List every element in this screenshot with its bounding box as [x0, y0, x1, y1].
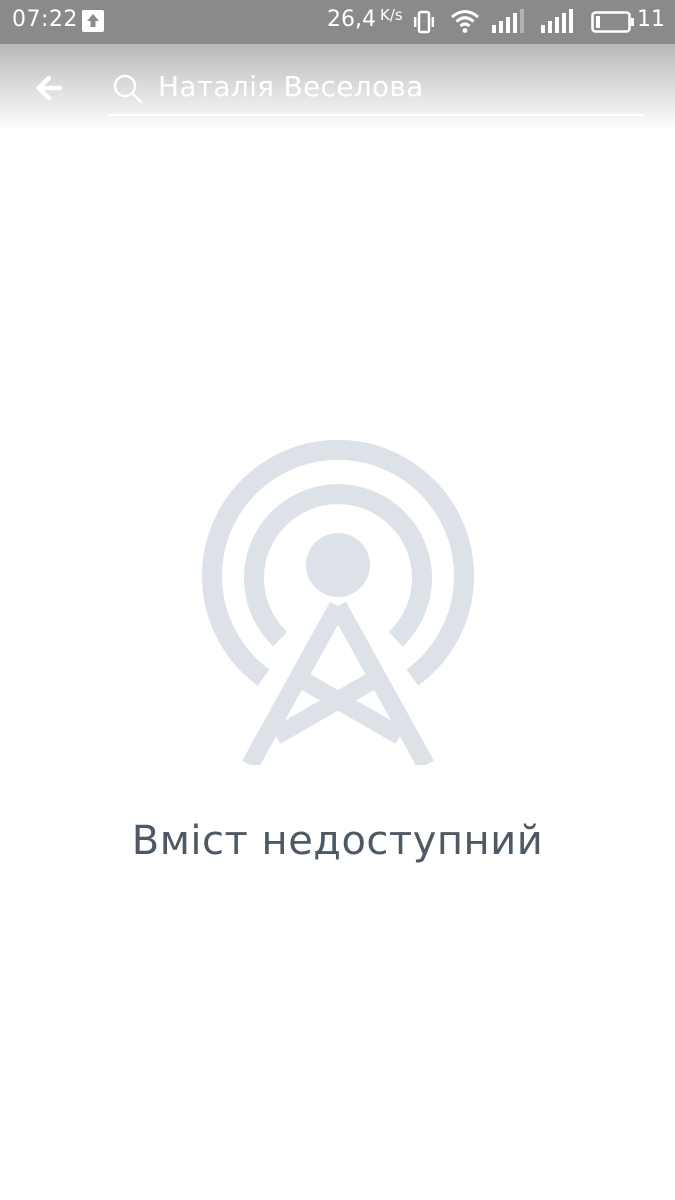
arrow-left-icon	[36, 75, 63, 101]
status-time: 07:22	[12, 7, 78, 32]
battery-percent: 11	[637, 7, 665, 32]
upload-icon	[82, 10, 104, 32]
network-speed: 26,4 K/s	[327, 6, 403, 32]
wifi-icon	[450, 8, 480, 38]
empty-state-message: Вміст недоступний	[131, 818, 544, 864]
search-icon	[111, 72, 145, 106]
vibrate-icon	[411, 9, 437, 39]
back-button[interactable]	[30, 66, 74, 110]
battery-icon	[591, 11, 635, 37]
search-query-text: Наталія Веселова	[158, 70, 424, 103]
broadcast-tower-icon	[190, 420, 486, 775]
signal-icon	[492, 9, 528, 37]
network-speed-unit: K/s	[379, 6, 403, 24]
signal-icon	[541, 9, 577, 37]
search-header: Наталія Веселова	[0, 44, 675, 130]
search-input[interactable]: Наталія Веселова	[107, 62, 644, 116]
status-bar: 07:22 26,4 K/s 11	[0, 0, 675, 44]
network-speed-value: 26,4	[327, 7, 376, 32]
